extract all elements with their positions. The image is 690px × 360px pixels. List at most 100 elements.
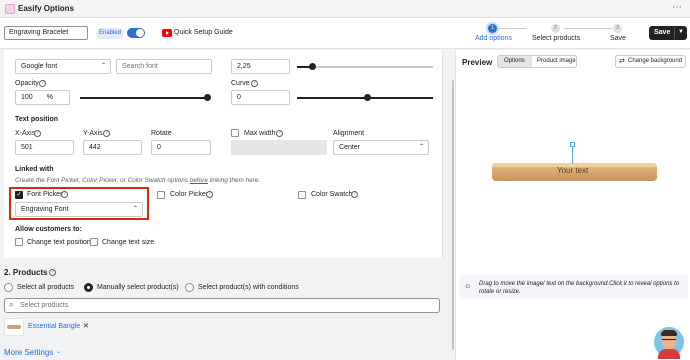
radio-conditional-products[interactable] [185,283,194,292]
remove-product-icon[interactable]: ✕ [83,322,89,330]
curve-slider-thumb[interactable] [364,94,371,101]
product-search-input[interactable] [4,298,440,313]
opacity-value: 100 [21,94,33,101]
opacity-unit: % [46,94,53,101]
chevron-down-icon[interactable]: ▼ [678,29,684,35]
step-2-label[interactable]: Select products [532,35,580,42]
color-swatch-checkbox[interactable] [298,191,306,199]
product-link[interactable]: Essential Bangle [28,323,80,330]
font-picker-label: Font Picker [27,191,63,198]
before-link[interactable]: before [190,177,208,184]
opacity-input[interactable]: 100% [15,90,70,105]
option-name-input[interactable]: Engraving Bracelet [4,26,88,40]
quick-setup-guide-link[interactable]: Quick Setup Guide [174,29,233,36]
y-axis-input[interactable]: 442 [83,140,142,155]
step-3-indicator[interactable]: 3 [613,24,622,33]
x-axis-input[interactable]: 501 [15,140,74,155]
font-source-value: Google font [21,63,58,70]
linked-description: Create the Font Picker, Color Picker, or… [15,177,260,184]
font-size-input[interactable]: 2,25 [231,59,290,74]
avatar-hair [661,330,677,336]
products-title: 2. Products [4,268,48,277]
step-connector [564,28,612,29]
rotate-handle[interactable] [570,142,575,147]
color-picker-checkbox[interactable] [157,191,165,199]
manual-products-label: Manually select product(s) [97,284,179,291]
chevron-down-icon[interactable]: ⌄ [56,348,61,355]
conditional-products-label: Select product(s) with conditions [198,284,299,291]
enabled-badge: Enabled [96,28,124,39]
bangle-image [7,325,21,329]
opacity-slider-thumb[interactable] [204,94,211,101]
save-divider [674,27,675,39]
radio-all-products[interactable] [4,283,13,292]
lightbulb-icon: ☼ [464,281,472,290]
font-picker-select[interactable]: Engraving Font [15,202,143,217]
curve-label: Curve [231,80,250,87]
tab-options[interactable]: Options [504,58,525,64]
help-icon[interactable]: ? [206,191,213,198]
search-font-input[interactable]: Search font [116,59,212,74]
hint-text: Drag to move the image/ text on the back… [479,281,680,295]
help-icon[interactable]: ? [34,130,41,137]
linked-description-text: Create the Font Picker, Color Picker, or… [15,177,190,184]
font-picker-checkbox[interactable]: ✓ [15,191,23,199]
app-title: Easify Options [18,4,75,13]
step-2-indicator[interactable]: 2 [551,24,560,33]
play-icon [166,31,169,35]
max-width-label: Max width [244,130,276,137]
save-button-label[interactable]: Save [654,29,670,36]
help-icon[interactable]: ? [103,130,110,137]
change-position-label: Change text position [27,239,91,246]
step-connector [498,28,526,29]
linked-description-end: linking them here. [207,177,261,184]
allow-customers-title: Allow customers to: [15,226,82,233]
opacity-label: Opacity [15,80,39,87]
change-size-label: Change text size [102,239,155,246]
scrollbar[interactable] [452,80,454,350]
help-icon[interactable]: ? [276,130,283,137]
help-icon[interactable]: ? [49,269,56,276]
radio-manual-products[interactable] [84,283,93,292]
change-size-checkbox[interactable] [90,238,98,246]
preview-panel [455,50,690,360]
tab-product-image[interactable]: Product image [537,58,576,64]
swap-icon: ⇄ [619,58,625,65]
y-axis-label: Y-Axis [83,130,103,137]
title-bar [0,0,690,18]
max-width-checkbox[interactable] [231,129,239,137]
avatar-shirt [658,349,680,359]
change-position-checkbox[interactable] [15,238,23,246]
engraved-text[interactable]: Your text [557,166,588,175]
text-position-title: Text position [15,116,59,123]
alignment-value: Center [339,144,361,151]
step-1-label[interactable]: Add options [475,35,512,42]
avatar-glasses [662,339,676,342]
help-icon[interactable]: ? [251,80,258,87]
app-logo-icon [5,4,15,14]
toggle-knob [136,29,144,37]
alignment-select[interactable]: Center [333,140,429,155]
x-axis-label: X-Axis [15,130,36,137]
help-icon[interactable]: ? [351,191,358,198]
opacity-slider-track[interactable] [80,97,208,99]
search-icon: ⌕ [9,300,14,309]
product-search-placeholder: Select products [20,302,69,309]
size-slider-track[interactable] [297,66,433,68]
step-3-label[interactable]: Save [610,35,626,42]
rotate-input[interactable]: 0 [151,140,211,155]
help-icon[interactable]: ? [61,191,68,198]
alignment-label: Alignment [333,130,365,137]
all-products-label: Select all products [17,284,75,291]
preview-title: Preview [462,58,493,67]
size-slider-thumb[interactable] [309,63,316,70]
font-source-select[interactable]: Google font [15,59,111,74]
step-1-indicator[interactable]: 1 [488,24,497,33]
more-options-icon[interactable]: ⋯ [672,2,682,13]
curve-input[interactable]: 0 [231,90,290,105]
help-icon[interactable]: ? [39,80,46,87]
more-settings-link[interactable]: More Settings [4,348,53,357]
chevron-updown-icon: ⌃ [419,144,425,150]
max-width-input-disabled [231,140,327,155]
change-background-label[interactable]: Change background [628,58,682,64]
